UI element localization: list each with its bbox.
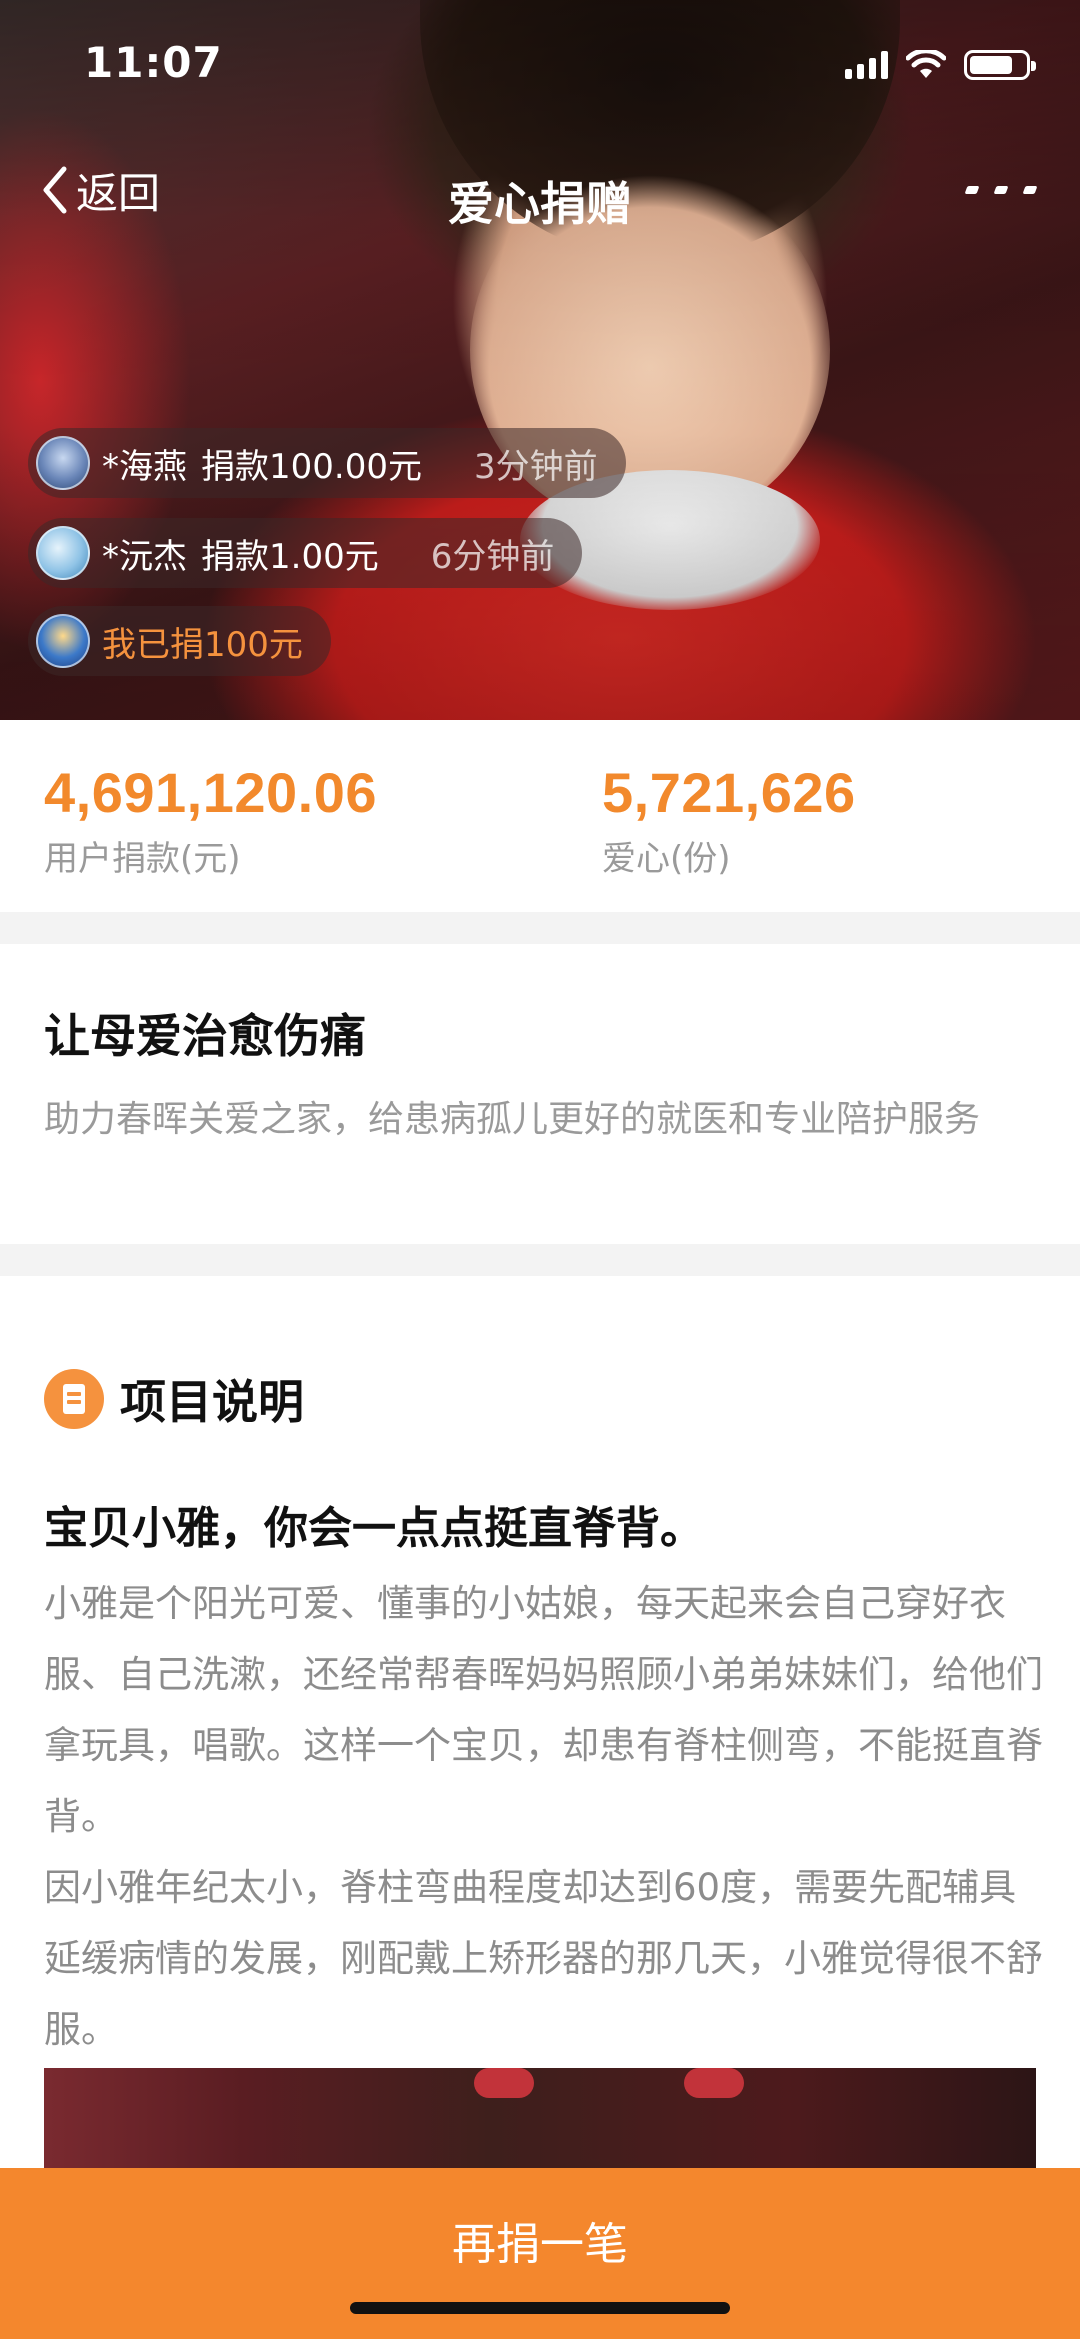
status-time: 11:07 [84,38,223,87]
divider [0,1244,1080,1276]
project-subtitle: 助力春晖关爱之家，给患病孤儿更好的就医和专业陪护服务 [44,1099,981,1140]
avatar [36,526,90,580]
donation-time: 6分钟前 [430,536,555,577]
story-paragraph: 因小雅年纪太小，脊柱弯曲程度却达到60度，需要先配辅具延缓病情的发展，刚配戴上矫… [44,1866,1043,2051]
document-icon [44,1369,104,1429]
my-donation-badge: 我已捐100元 [28,606,331,676]
divider [0,912,1080,944]
more-options-icon[interactable] [964,170,1038,210]
stat-hearts-label: 爱心(份) [602,839,731,879]
battery-icon [964,50,1036,80]
donor-name: *沅杰 [102,536,187,577]
story-body: 小雅是个阳光可爱、懂事的小姑娘，每天起来会自己穿好衣服、自己洗漱，还经常帮春晖妈… [44,1568,1044,2065]
avatar [36,436,90,490]
donor-name: *海燕 [102,446,187,487]
status-icons [845,50,1036,80]
stat-hearts: 5,721,626 爱心(份) [602,760,856,880]
donation-amount: 捐款1.00元 [201,536,379,577]
wifi-icon [906,50,946,78]
avatar [36,614,90,668]
stat-amount: 4,691,120.06 用户捐款(元) [44,760,377,880]
nav-bar: 返回 爱心捐赠 [0,140,1080,240]
stat-amount-value: 4,691,120.06 [44,761,377,824]
section-title: 项目说明 [120,1375,304,1429]
hero-image: 11:07 返回 爱心捐赠 *海燕 捐款100.00元 3分钟前 *沅杰 捐款1… [0,0,1080,720]
status-bar: 11:07 [0,0,1080,132]
photo-detail [474,2068,534,2098]
home-indicator[interactable] [350,2302,730,2314]
cellular-signal-icon [845,51,888,79]
donation-stats: 4,691,120.06 用户捐款(元) 5,721,626 爱心(份) [0,720,1080,912]
donation-time: 3分钟前 [473,446,598,487]
page-title: 爱心捐赠 [448,177,632,231]
project-title: 让母爱治愈伤痛 [44,1009,366,1063]
donation-ticker-item: *沅杰 捐款1.00元 6分钟前 [28,518,583,588]
donation-ticker-item: *海燕 捐款100.00元 3分钟前 [28,428,626,498]
story-paragraph: 小雅是个阳光可爱、懂事的小姑娘，每天起来会自己穿好衣服、自己洗漱，还经常帮春晖妈… [44,1582,1043,1838]
donate-again-label: 再捐一笔 [452,2219,628,2270]
donation-amount: 捐款100.00元 [201,446,422,487]
stat-hearts-value: 5,721,626 [602,761,856,824]
section-header: 项目说明 [44,1366,304,1432]
my-donation-label: 我已捐100元 [102,624,303,665]
photo-detail [684,2068,744,2098]
stat-amount-label: 用户捐款(元) [44,839,241,879]
story-heading: 宝贝小雅，你会一点点挺直脊背。 [44,1503,704,1554]
